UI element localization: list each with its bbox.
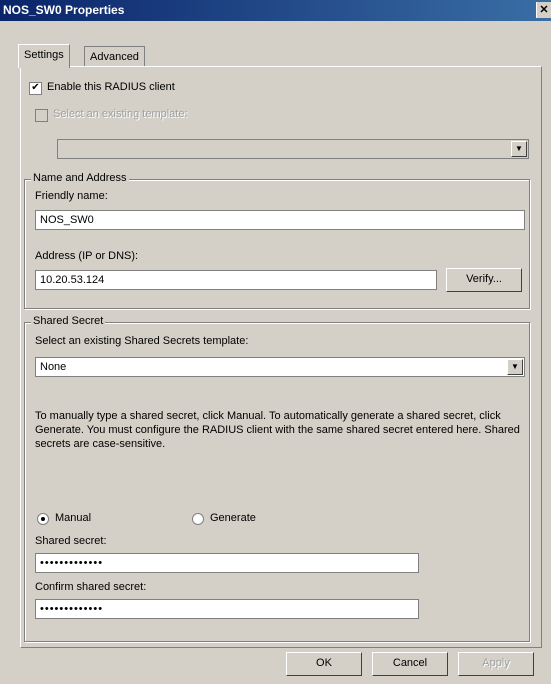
verify-button[interactable]: Verify... <box>446 268 522 292</box>
tab-advanced[interactable]: Advanced <box>84 46 145 67</box>
ok-button[interactable]: OK <box>286 652 362 676</box>
confirm-secret-label: Confirm shared secret: <box>35 581 147 593</box>
secret-template-value: None <box>40 361 67 373</box>
shared-secret-description: To manually type a shared secret, click … <box>35 410 520 450</box>
name-address-group: Name and Address Friendly name: NOS_SW0 … <box>24 172 530 309</box>
manual-label: Manual <box>55 512 92 524</box>
settings-panel: ✔ Enable this RADIUS client Select an ex… <box>20 66 542 648</box>
title-bar[interactable]: NOS_SW0 Properties ✕ <box>0 0 551 21</box>
chevron-down-icon[interactable]: ▼ <box>511 141 527 157</box>
enable-radius-checkbox[interactable]: ✔ <box>29 82 42 95</box>
select-template-checkbox[interactable] <box>35 109 48 122</box>
properties-dialog: NOS_SW0 Properties ✕ Settings Advanced ✔… <box>0 0 551 684</box>
generate-label: Generate <box>210 512 256 524</box>
close-button[interactable]: ✕ <box>536 2 551 18</box>
address-label: Address (IP or DNS): <box>35 250 139 262</box>
friendly-name-input[interactable]: NOS_SW0 <box>35 210 525 230</box>
friendly-name-label: Friendly name: <box>35 190 108 202</box>
shared-secret-group: Shared Secret Select an existing Shared … <box>24 315 530 642</box>
generate-radio[interactable] <box>192 513 204 525</box>
manual-radio[interactable] <box>37 513 49 525</box>
shared-secret-label: Shared secret: <box>35 535 107 547</box>
enable-radius-label: Enable this RADIUS client <box>47 81 175 93</box>
template-combo[interactable]: ▼ <box>57 139 529 159</box>
secret-template-label: Select an existing Shared Secrets templa… <box>35 335 249 347</box>
name-address-legend: Name and Address <box>31 172 129 184</box>
apply-button[interactable]: Apply <box>458 652 534 676</box>
shared-secret-input[interactable]: ••••••••••••• <box>35 553 419 573</box>
radio-selected-dot <box>41 517 45 521</box>
secret-template-combo[interactable]: None ▼ <box>35 357 525 377</box>
confirm-secret-input[interactable]: ••••••••••••• <box>35 599 419 619</box>
tab-settings[interactable]: Settings <box>18 44 70 68</box>
cancel-button[interactable]: Cancel <box>372 652 448 676</box>
window-title: NOS_SW0 Properties <box>3 3 125 17</box>
shared-secret-legend: Shared Secret <box>31 315 106 327</box>
chevron-down-icon[interactable]: ▼ <box>507 359 523 375</box>
select-template-label: Select an existing template: <box>53 108 188 120</box>
address-input[interactable]: 10.20.53.124 <box>35 270 437 290</box>
